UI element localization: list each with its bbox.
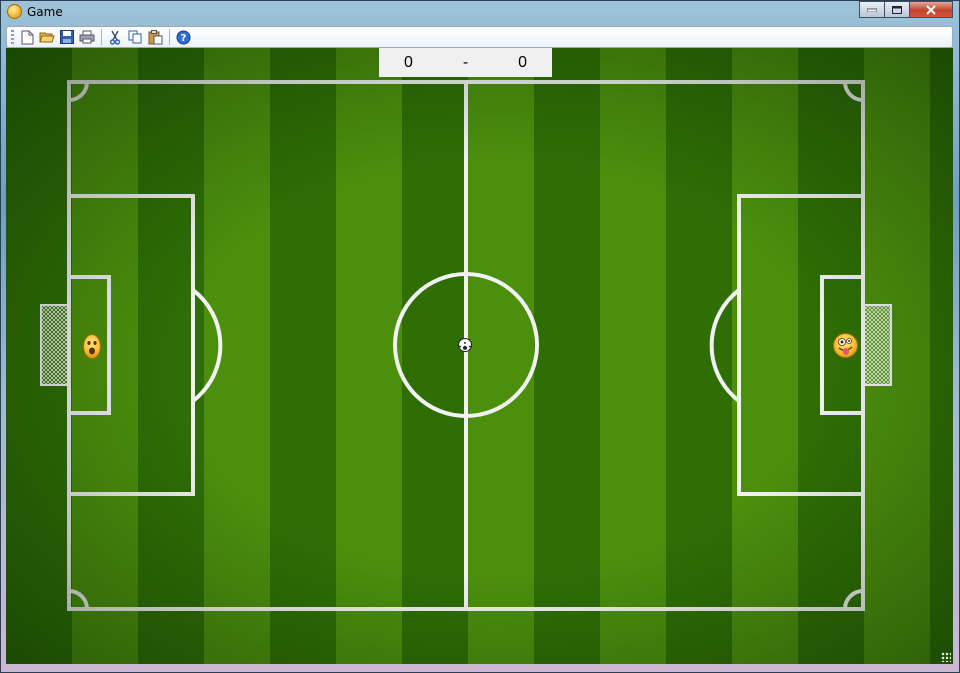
close-button[interactable] — [909, 1, 953, 18]
left-goal-net — [40, 304, 70, 386]
corner-arc-top-right — [843, 81, 864, 102]
minimize-button[interactable] — [859, 1, 885, 18]
new-icon — [21, 30, 33, 44]
open-icon — [39, 32, 55, 43]
crazy-face-icon — [838, 338, 853, 355]
left-penalty-arc — [191, 288, 223, 403]
close-icon — [926, 4, 936, 15]
help-button[interactable]: ? — [175, 29, 191, 45]
print-icon — [79, 30, 95, 44]
app-icon — [7, 4, 22, 19]
toolbar-separator — [169, 29, 170, 45]
score-left: 0 — [403, 53, 413, 71]
right-penalty-arc — [709, 288, 741, 403]
right-goal-net — [862, 304, 892, 386]
maximize-icon — [892, 5, 902, 14]
game-window: Game ? 0 - 0 — [0, 0, 960, 673]
save-icon — [60, 30, 74, 44]
corner-arc-bottom-left — [68, 589, 89, 610]
left-player-emoji — [83, 334, 101, 359]
paste-button[interactable] — [147, 29, 163, 45]
copy-button[interactable] — [127, 29, 143, 45]
svg-text:?: ? — [180, 33, 186, 44]
right-player-emoji — [833, 333, 858, 358]
score-separator: - — [462, 53, 469, 71]
new-button[interactable] — [19, 29, 35, 45]
window-controls — [859, 1, 953, 18]
toolbar-grip[interactable] — [11, 30, 14, 44]
open-button[interactable] — [39, 29, 55, 45]
window-title: Game — [27, 5, 63, 19]
cut-button[interactable] — [107, 29, 123, 45]
ball-icon — [459, 342, 471, 350]
save-button[interactable] — [59, 29, 75, 45]
copy-icon — [128, 30, 141, 44]
help-icon: ? — [176, 30, 190, 44]
print-button[interactable] — [79, 29, 95, 45]
minimize-icon — [867, 8, 877, 12]
score-right: 0 — [518, 53, 528, 71]
sad-face-icon — [87, 341, 97, 355]
soccer-ball — [458, 338, 472, 352]
resize-grip[interactable] — [941, 652, 951, 662]
corner-arc-top-left — [68, 81, 89, 102]
cut-icon — [109, 30, 121, 45]
toolbar-separator — [101, 29, 102, 45]
maximize-button[interactable] — [884, 1, 910, 18]
paste-icon — [148, 29, 162, 44]
title-bar[interactable]: Game — [1, 1, 959, 23]
soccer-pitch — [40, 80, 892, 611]
game-canvas[interactable]: 0 - 0 — [6, 48, 953, 664]
scoreboard: 0 - 0 — [379, 48, 552, 77]
toolbar: ? — [6, 26, 953, 48]
corner-arc-bottom-right — [843, 589, 864, 610]
